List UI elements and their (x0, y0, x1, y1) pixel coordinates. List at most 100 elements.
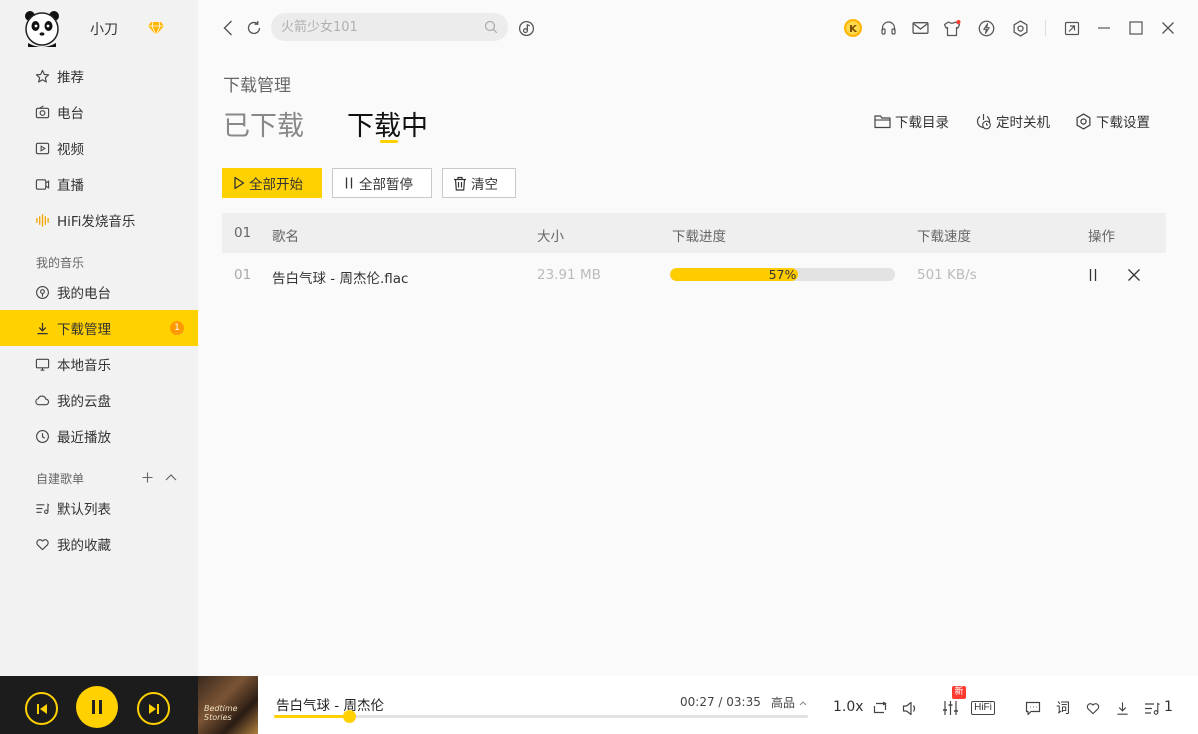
row-size: 23.91 MB (537, 267, 601, 283)
quality-label: 高品 (771, 696, 796, 710)
clear-button[interactable]: 清空 (442, 168, 516, 198)
clock-icon (34, 428, 50, 444)
sidebar-item-default-list[interactable]: 默认列表 (0, 490, 198, 526)
sidebar-item-label: 视频 (57, 142, 84, 158)
previous-track-button[interactable] (25, 692, 58, 725)
pause-button[interactable] (76, 686, 118, 728)
clear-label: 清空 (471, 177, 498, 193)
vip-diamond-icon[interactable] (148, 21, 164, 35)
search-input[interactable] (281, 13, 481, 41)
download-folder-button[interactable]: 下载目录 (874, 111, 949, 131)
seek-bar-fill (274, 715, 349, 718)
sidebar-item-recommend[interactable]: 推荐 (0, 58, 198, 94)
hifi-wave-icon (34, 212, 50, 228)
video-icon (34, 140, 50, 156)
seek-bar-handle[interactable] (342, 710, 356, 723)
sidebar-item-cloud-disk[interactable]: 我的云盘 (0, 382, 198, 418)
download-settings-button[interactable]: 下载设置 (1075, 111, 1150, 131)
avatar[interactable] (24, 9, 60, 47)
column-song-name[interactable]: 歌名 (272, 225, 299, 245)
sidebar-item-label: 我的云盘 (57, 394, 111, 410)
active-tab-indicator (380, 140, 398, 143)
column-size[interactable]: 大小 (537, 225, 564, 245)
list-icon (34, 500, 50, 516)
comment-icon[interactable] (1024, 699, 1042, 717)
sidebar-item-label: 下载管理 (57, 322, 111, 338)
username[interactable]: 小刀 (90, 19, 118, 39)
sidebar-item-label: 最近播放 (57, 430, 111, 446)
volume-icon[interactable] (901, 699, 919, 717)
pause-download-icon[interactable] (1084, 266, 1102, 284)
quality-selector[interactable]: 高品 (771, 694, 807, 711)
album-cover[interactable]: Bedtime Stories (198, 676, 258, 734)
new-badge: 新 (952, 686, 966, 699)
pause-all-button[interactable]: 全部暂停 (332, 168, 432, 198)
skin-shirt-icon[interactable] (942, 18, 962, 38)
back-icon[interactable] (218, 18, 238, 38)
search-icon[interactable] (484, 20, 498, 34)
playlist-count: 1 (1164, 699, 1173, 715)
sidebar-item-radio[interactable]: 电台 (0, 94, 198, 130)
headphones-icon[interactable] (878, 18, 898, 38)
table-row[interactable]: 01 告白气球 - 周杰伦.flac 23.91 MB 57% 501 KB/s (222, 256, 1166, 296)
equalizer-icon[interactable] (941, 699, 959, 717)
sidebar-item-label: HiFi发烧音乐 (57, 214, 136, 230)
sidebar-item-download-manager[interactable]: 下载管理 1 (0, 310, 198, 346)
speed-lightning-icon[interactable] (976, 18, 996, 38)
star-icon (34, 68, 50, 84)
mail-icon[interactable] (910, 18, 930, 38)
next-track-button[interactable] (137, 692, 170, 725)
cancel-download-icon[interactable] (1125, 266, 1143, 284)
sidebar-item-hifi[interactable]: HiFi发烧音乐 (0, 202, 198, 238)
loop-mode-icon[interactable] (871, 699, 889, 717)
playback-speed[interactable]: 1.0x (833, 699, 864, 715)
mini-mode-icon[interactable] (1062, 18, 1082, 38)
sidebar-item-favorites[interactable]: 我的收藏 (0, 526, 198, 562)
minimize-icon[interactable] (1094, 18, 1114, 38)
seek-bar[interactable] (274, 710, 808, 723)
chevron-up-icon[interactable] (163, 469, 179, 485)
kcoin-icon[interactable]: K (843, 18, 863, 38)
player-bar: Bedtime Stories 告白气球 - 周杰伦 00:27 / 03:35… (0, 676, 1198, 734)
download-track-icon[interactable] (1113, 699, 1131, 717)
timer-power-icon (975, 113, 992, 130)
radio-icon (34, 104, 50, 120)
pause-all-label: 全部暂停 (359, 177, 413, 193)
search-box[interactable] (271, 13, 508, 41)
lyrics-button[interactable]: 词 (1054, 699, 1072, 717)
sidebar: 小刀 推荐 电台 视频 直播 HiFi发烧音乐 我的音乐 我的电台 下载管理 1… (0, 0, 198, 676)
sidebar-item-local-music[interactable]: 本地音乐 (0, 346, 198, 382)
refresh-icon[interactable] (244, 18, 264, 38)
row-speed: 501 KB/s (917, 267, 977, 283)
sidebar-item-label: 默认列表 (57, 502, 111, 518)
cloud-icon (34, 392, 50, 408)
sidebar-item-video[interactable]: 视频 (0, 130, 198, 166)
player-controls (0, 676, 198, 734)
trash-icon (453, 176, 467, 191)
tab-downloaded[interactable]: 已下载 (223, 104, 304, 143)
my-radio-icon (34, 284, 50, 300)
heart-icon (34, 536, 50, 552)
playlist-queue-icon[interactable] (1143, 699, 1161, 717)
tab-downloading[interactable]: 下载中 (347, 104, 428, 143)
download-folder-label: 下载目录 (895, 115, 949, 131)
section-title-my-music: 我的音乐 (36, 256, 85, 270)
timed-shutdown-button[interactable]: 定时关机 (975, 111, 1050, 131)
close-icon[interactable] (1158, 18, 1178, 38)
download-count-badge: 1 (170, 321, 184, 335)
like-heart-icon[interactable] (1084, 699, 1102, 717)
maximize-icon[interactable] (1126, 18, 1146, 38)
sidebar-item-recent[interactable]: 最近播放 (0, 418, 198, 454)
section-title-playlists: 自建歌单 (36, 472, 85, 486)
hifi-button[interactable]: HiFi (969, 699, 997, 717)
pause-icon (343, 176, 355, 190)
sidebar-item-live[interactable]: 直播 (0, 166, 198, 202)
start-all-button[interactable]: 全部开始 (222, 168, 322, 198)
music-recognition-icon[interactable] (516, 18, 536, 38)
add-playlist-icon[interactable] (139, 469, 155, 485)
sidebar-item-label: 电台 (57, 106, 84, 122)
svg-text:K: K (849, 24, 858, 35)
sidebar-item-my-radio[interactable]: 我的电台 (0, 274, 198, 310)
now-playing-title[interactable]: 告白气球 - 周杰伦 (276, 694, 384, 714)
settings-gear-icon[interactable] (1010, 18, 1030, 38)
